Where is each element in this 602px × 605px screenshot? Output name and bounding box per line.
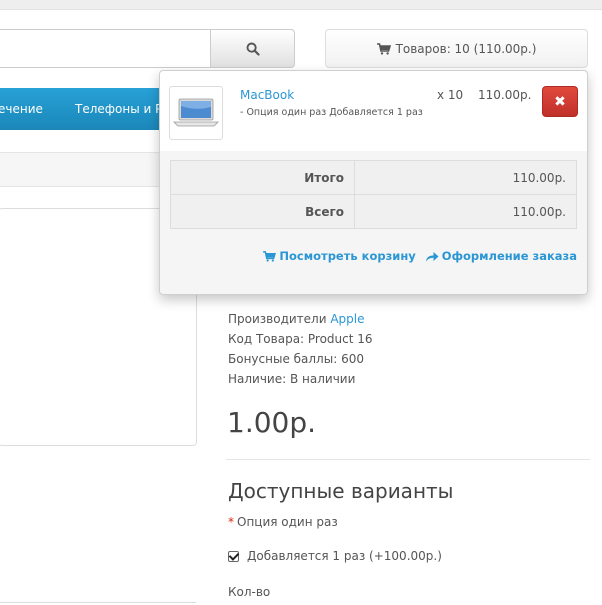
option-checkbox-label: Добавляется 1 раз (+100.00р.) — [247, 549, 442, 563]
search-button[interactable] — [210, 29, 295, 68]
cart-button-label: Товаров: 10 (110.00р.) — [395, 41, 537, 56]
manufacturer-row: Производители Apple — [228, 312, 365, 326]
close-icon: ✖ — [554, 93, 566, 110]
quantity-label: Кол-во — [228, 585, 271, 599]
required-option-label: * Опция один раз — [228, 515, 338, 529]
divider — [226, 459, 590, 460]
cart-totals-table: Итого 110.00р. Всего 110.00р. — [170, 160, 577, 229]
table-row: Всего 110.00р. — [170, 194, 577, 229]
remove-item-button[interactable]: ✖ — [542, 86, 578, 117]
divider — [0, 602, 196, 603]
manufacturer-link[interactable]: Apple — [330, 312, 364, 326]
total-label: Всего — [170, 194, 355, 229]
cart-item-qty: x 10 — [437, 88, 464, 102]
checkout-link[interactable]: Оформление заказа — [425, 249, 577, 263]
search-icon — [246, 42, 260, 56]
product-code: Код Товара: Product 16 — [228, 332, 373, 346]
bonus-points: Бонусные баллы: 600 — [228, 352, 364, 366]
menu-item-partial[interactable]: ечение — [0, 102, 43, 116]
manufacturer-label: Производители — [228, 312, 327, 326]
required-option-text: Опция один раз — [237, 515, 338, 529]
subtotal-value: 110.00р. — [354, 160, 577, 195]
option-checkbox-row[interactable]: Добавляется 1 раз (+100.00р.) — [228, 549, 442, 563]
cart-item-name[interactable]: MacBook — [240, 88, 294, 102]
cart-item-option: - Опция один раз Добавляется 1 раз — [240, 107, 423, 118]
cart-button[interactable]: Товаров: 10 (110.00р.) — [325, 29, 588, 68]
total-value: 110.00р. — [354, 194, 577, 229]
availability: Наличие: В наличии — [228, 372, 356, 386]
view-cart-link[interactable]: Посмотреть корзину — [263, 249, 416, 263]
share-arrow-icon — [425, 251, 439, 261]
product-price: 1.00р. — [227, 406, 317, 439]
required-icon: * — [228, 515, 234, 529]
checkout-label: Оформление заказа — [441, 249, 577, 263]
search-input[interactable] — [0, 29, 210, 68]
cart-item-price: 110.00р. — [478, 88, 532, 102]
laptop-icon — [173, 98, 219, 127]
shopping-cart-icon — [376, 42, 391, 55]
options-title: Доступные варианты — [228, 479, 454, 503]
shopping-cart-icon — [263, 250, 277, 262]
cart-dropdown: MacBook - Опция один раз Добавляется 1 р… — [159, 70, 588, 295]
subtotal-label: Итого — [170, 160, 355, 195]
table-row: Итого 110.00р. — [170, 160, 577, 195]
view-cart-label: Посмотреть корзину — [279, 249, 416, 263]
cart-actions: Посмотреть корзину Оформление заказа — [263, 249, 577, 263]
product-thumbnail[interactable] — [169, 86, 223, 140]
top-bar — [0, 0, 602, 10]
option-checkbox[interactable] — [228, 550, 239, 562]
